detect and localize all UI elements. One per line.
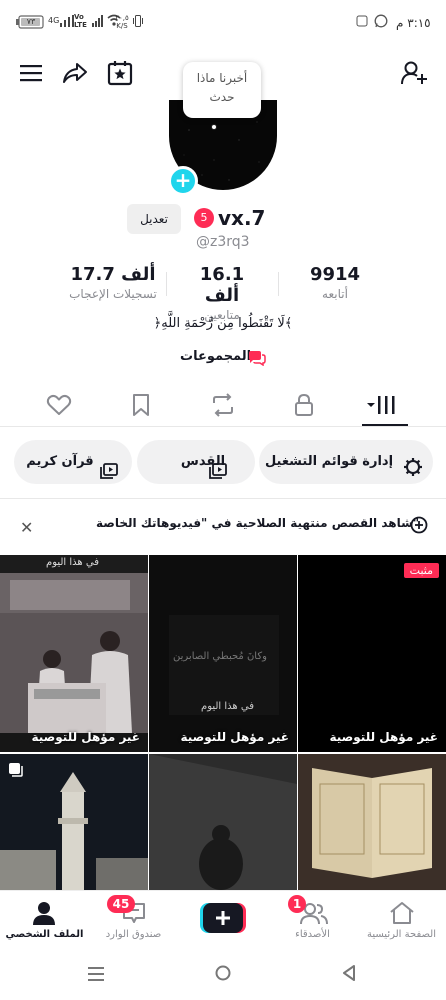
clock: ٣:١٥ م: [396, 16, 431, 30]
gear-icon: [403, 452, 423, 496]
playlist-alquds[interactable]: القدس: [137, 440, 255, 484]
tab-liked-heart-icon[interactable]: [46, 393, 72, 417]
video-thumbnail[interactable]: وكانَ مُحبطي الصابرين في هذا اليوم غير م…: [149, 555, 297, 752]
notification-icon: [356, 15, 368, 30]
profile-screen: ٧٣ 4G Vo LTE ٢٠,٥ K/S ٣:١٥ م أخبرنا ماذا…: [0, 0, 446, 1000]
inbox-badge: 45: [107, 895, 135, 913]
close-icon[interactable]: ✕: [20, 518, 33, 537]
stat-divider: [278, 272, 279, 296]
playlist-quran[interactable]: قرآن كريم: [14, 440, 132, 484]
banner-text: شاهد القصص منتهية الصلاحية في "فيديوهاتك…: [96, 516, 420, 530]
section-divider: [0, 498, 446, 499]
overlay-title: في هذا اليوم: [201, 701, 254, 712]
system-navigation-bar: [0, 948, 446, 1000]
menu-icon[interactable]: [20, 64, 42, 82]
chat-bubbles-icon: [248, 350, 266, 370]
nav-friends[interactable]: 1 الأصدقاء: [268, 891, 357, 949]
nav-profile-label: الملف الشخصي: [5, 929, 84, 940]
nav-create[interactable]: [178, 891, 268, 949]
bio: ﴿لَا تَقْنَطُوا مِن رَّحْمَةِ اللَّهِ﴾: [153, 316, 293, 331]
tab-videos[interactable]: [366, 394, 402, 416]
stat-following-label: أتابعه: [322, 287, 348, 301]
edit-profile-button[interactable]: تعديل: [127, 204, 181, 234]
stat-following-number: 9914: [309, 264, 361, 285]
tooltip-bubble[interactable]: أخبرنا ماذا حدث: [183, 62, 261, 118]
nav-inbox[interactable]: 45 صندوق الوارد: [89, 891, 178, 949]
signal-icon: [60, 15, 74, 30]
share-icon[interactable]: [62, 61, 88, 85]
calendar-star-icon[interactable]: [107, 60, 133, 86]
pinned-badge: مثبت: [403, 563, 439, 578]
nav-friends-label: الأصدقاء: [295, 929, 330, 940]
battery-level: ٧٣: [26, 17, 36, 26]
tab-private-lock-icon[interactable]: [294, 393, 314, 417]
multi-photo-icon: [8, 762, 24, 782]
notification-count-badge: 5: [194, 208, 214, 228]
not-eligible-label: غير مؤهل للتوصية: [31, 730, 141, 744]
tooltip-pointer: [211, 124, 217, 130]
tab-favorites-bookmark-icon[interactable]: [131, 393, 151, 417]
recent-apps-icon[interactable]: [88, 966, 104, 985]
groups-link[interactable]: المجموعات: [180, 349, 251, 364]
tooltip-text: أخبرنا ماذا حدث: [196, 71, 248, 104]
add-circle-icon: [410, 516, 428, 538]
volte-icon: Vo LTE: [74, 13, 87, 29]
nav-home[interactable]: الصفحة الرئيسية: [357, 891, 446, 949]
home-icon: [389, 901, 415, 928]
thumbnail-image: [298, 754, 446, 890]
bottom-navigation: الملف الشخصي 45 صندوق الوارد 1 الأصدقاء: [0, 890, 446, 948]
stat-followers[interactable]: 16.1 ألف متابعين: [182, 264, 262, 322]
stat-followers-number: 16.1 ألف: [199, 264, 245, 306]
groups-label: المجموعات: [180, 349, 252, 364]
username: vx.7: [218, 206, 266, 230]
stat-likes-number: 17.7 ألف: [70, 264, 156, 285]
playlist-quran-label: قرآن كريم: [26, 454, 94, 469]
not-eligible-label: غير مؤهل للتوصية: [180, 730, 290, 744]
video-thumbnail[interactable]: مثبت غير مؤهل للتوصية: [298, 555, 446, 752]
video-thumbnail[interactable]: [149, 754, 297, 890]
nav-profile[interactable]: الملف الشخصي: [0, 891, 89, 949]
video-thumbnail[interactable]: [0, 754, 148, 890]
tabs-divider: [0, 426, 446, 427]
manage-playlists-button[interactable]: إدارة قوائم التشغيل: [259, 440, 433, 484]
create-plus-icon: [200, 903, 246, 936]
overlay-title: في هذا اليوم: [46, 557, 99, 568]
profile-icon: [33, 901, 55, 928]
status-bar: ٧٣ 4G Vo LTE ٢٠,٥ K/S ٣:١٥ م: [0, 0, 446, 44]
friends-badge: 1: [288, 895, 306, 913]
tab-reposts-icon[interactable]: [210, 393, 236, 417]
nav-home-label: الصفحة الرئيسية: [367, 929, 436, 940]
whatsapp-icon: [374, 14, 388, 31]
network-speed: ٢٠,٥ K/S: [115, 14, 129, 30]
video-thumbnail[interactable]: في هذا اليوم غير مؤهل للتوصية: [0, 555, 148, 752]
thumbnail-image: [0, 555, 148, 752]
stat-likes-label: تسجيلات الإعجاب: [69, 287, 157, 301]
not-eligible-label: غير مؤهل للتوصية: [329, 730, 439, 744]
add-avatar-button[interactable]: +: [168, 166, 198, 196]
playlist-icon: [209, 454, 227, 498]
network-type: 4G: [48, 16, 60, 25]
stat-following[interactable]: 9914 أتابعه: [299, 264, 371, 301]
manage-playlists-label: إدارة قوائم التشغيل: [264, 454, 394, 469]
thumbnail-image: [149, 754, 297, 890]
stat-likes[interactable]: 17.7 ألف تسجيلات الإعجاب: [58, 264, 168, 301]
video-thumbnail[interactable]: [298, 754, 446, 890]
playlist-icon: [100, 454, 118, 498]
nav-inbox-label: صندوق الوارد: [105, 929, 162, 940]
user-handle: @z3rq3: [196, 234, 250, 250]
add-friend-icon[interactable]: [400, 60, 428, 86]
home-circle-icon[interactable]: [215, 965, 231, 985]
vibrate-icon: [133, 15, 143, 30]
back-icon[interactable]: [342, 965, 356, 985]
overlay-subtitle: وكانَ مُحبطي الصابرين: [173, 651, 267, 662]
